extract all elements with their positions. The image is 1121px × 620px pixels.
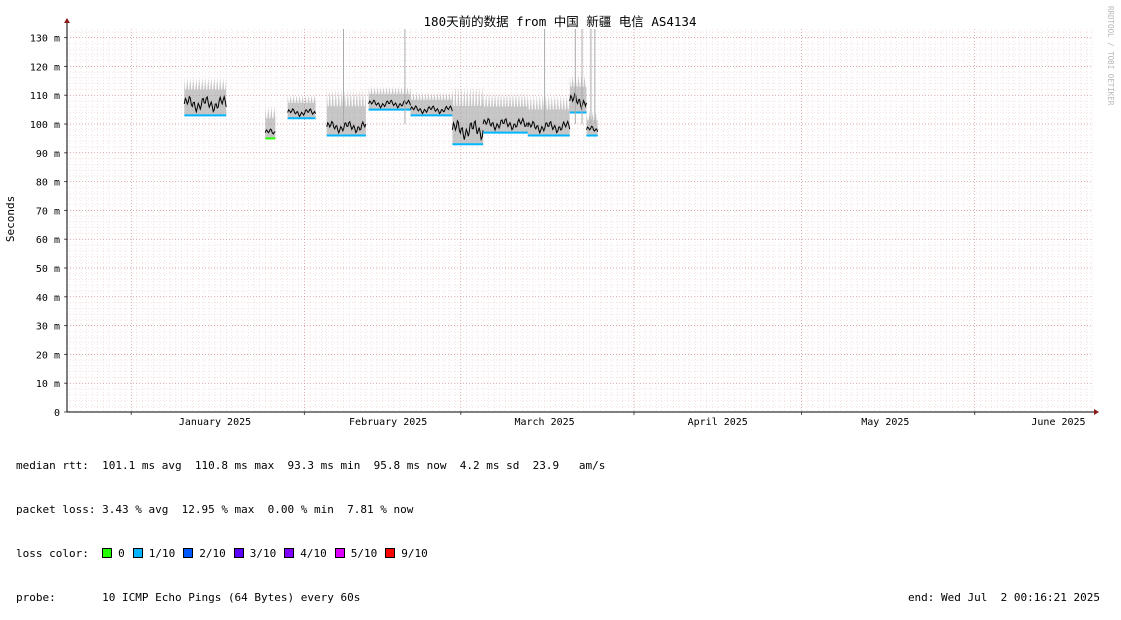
- smoke-band: [586, 112, 598, 136]
- loss-color-item: 4/10: [284, 547, 327, 560]
- packet-loss-label: packet loss:: [16, 502, 96, 516]
- y-axis-label: Seconds: [4, 196, 17, 242]
- probe-line: probe: 10 ICMP Echo Pings (64 Bytes) eve…: [16, 591, 1116, 606]
- packet-loss-values: 3.43 % avg 12.95 % max 0.00 % min 7.81 %…: [102, 502, 414, 516]
- y-tick-label: 10 m: [36, 379, 60, 390]
- end-timestamp: end: Wed Jul 2 00:16:21 2025: [907, 590, 1100, 604]
- loss-color-swatch-label: 0: [118, 546, 125, 560]
- y-tick-label: 120 m: [30, 62, 60, 73]
- loss-color-item: 0: [102, 547, 125, 560]
- smoke-band: [368, 86, 411, 110]
- loss-color-swatch-label: 9/10: [401, 546, 428, 560]
- x-tick-label: February 2025: [349, 417, 427, 428]
- loss-color-item: 5/10: [334, 546, 378, 560]
- loss-color-swatch: [183, 547, 194, 558]
- loss-color-line: loss color: 0 1/10 2/10 3/10 4/10 5/10 9/10: [16, 547, 1116, 562]
- loss-color-swatches: 0 1/10 2/10 3/10 4/10 5/10 9/10: [102, 547, 436, 560]
- loss-color-item: 3/10: [233, 546, 277, 560]
- loss-color-label: loss color:: [16, 546, 89, 560]
- y-tick-label: 60 m: [36, 235, 60, 246]
- loss-color-swatch-label: 4/10: [300, 546, 327, 560]
- y-tick-label: 80 m: [36, 178, 60, 189]
- probe-value: 10 ICMP Echo Pings (64 Bytes) every 60s: [102, 590, 361, 604]
- y-tick-label: 110 m: [30, 91, 60, 102]
- y-tick-label: 20 m: [36, 350, 60, 361]
- loss-color-swatch: [334, 547, 345, 558]
- smoke-band: [326, 89, 366, 136]
- probe-label: probe:: [16, 590, 56, 604]
- data-layer: [183, 29, 599, 146]
- y-tick-label: 40 m: [36, 293, 60, 304]
- x-tick-label: May 2025: [861, 417, 909, 428]
- loss-color-swatch: [102, 547, 113, 558]
- y-tick-label: 0: [54, 408, 60, 419]
- loss-color-swatch-label: 3/10: [249, 546, 277, 560]
- loss-color-swatch-label: 5/10: [350, 546, 378, 560]
- loss-color-swatch: [233, 547, 244, 558]
- smoke-band: [287, 95, 316, 119]
- median-rtt-values: 101.1 ms avg 110.8 ms max 93.3 ms min 95…: [102, 459, 606, 473]
- x-tick-label: April 2025: [688, 417, 748, 428]
- loss-color-swatch-label: 1/10: [148, 546, 176, 560]
- loss-color-item: 9/10: [385, 547, 428, 560]
- x-tick-label: January 2025: [179, 417, 251, 428]
- y-tick-label: 100 m: [30, 120, 60, 131]
- rrdtool-watermark: RRDTOOL / TOBI OETIKER: [1106, 6, 1115, 106]
- y-axis-arrow: [64, 18, 70, 23]
- y-tick-label: 70 m: [36, 206, 60, 217]
- loss-color-swatch: [385, 547, 396, 558]
- y-tick-label: 130 m: [30, 34, 60, 45]
- loss-color-item: 2/10: [183, 547, 226, 560]
- packet-loss-line: packet loss: 3.43 % avg 12.95 % max 0.00…: [16, 503, 1116, 518]
- x-tick-label: March 2025: [514, 417, 574, 428]
- loss-color-swatch: [132, 547, 143, 558]
- x-axis-arrow: [1094, 409, 1099, 415]
- x-tick-label: June 2025: [1031, 417, 1085, 428]
- loss-color-swatch: [284, 547, 295, 558]
- median-rtt-label: median rtt:: [16, 459, 89, 473]
- median-rtt-line: median rtt: 101.1 ms avg 110.8 ms max 93…: [16, 459, 1116, 474]
- legend: median rtt: 101.1 ms avg 110.8 ms max 93…: [16, 430, 1116, 620]
- y-tick-label: 90 m: [36, 149, 60, 160]
- smoke-band: [410, 92, 453, 116]
- smoke-band: [527, 95, 570, 136]
- loss-color-item: 1/10: [132, 546, 176, 560]
- y-tick-label: 30 m: [36, 322, 60, 333]
- chart-title: 180天前的数据 from 中国 新疆 电信 AS4134: [424, 14, 697, 29]
- latency-chart: 180天前的数据 from 中国 新疆 电信 AS4134 RRDTOOL / …: [4, 6, 1115, 428]
- y-tick-label: 50 m: [36, 264, 60, 275]
- loss-color-swatch-label: 2/10: [199, 546, 226, 560]
